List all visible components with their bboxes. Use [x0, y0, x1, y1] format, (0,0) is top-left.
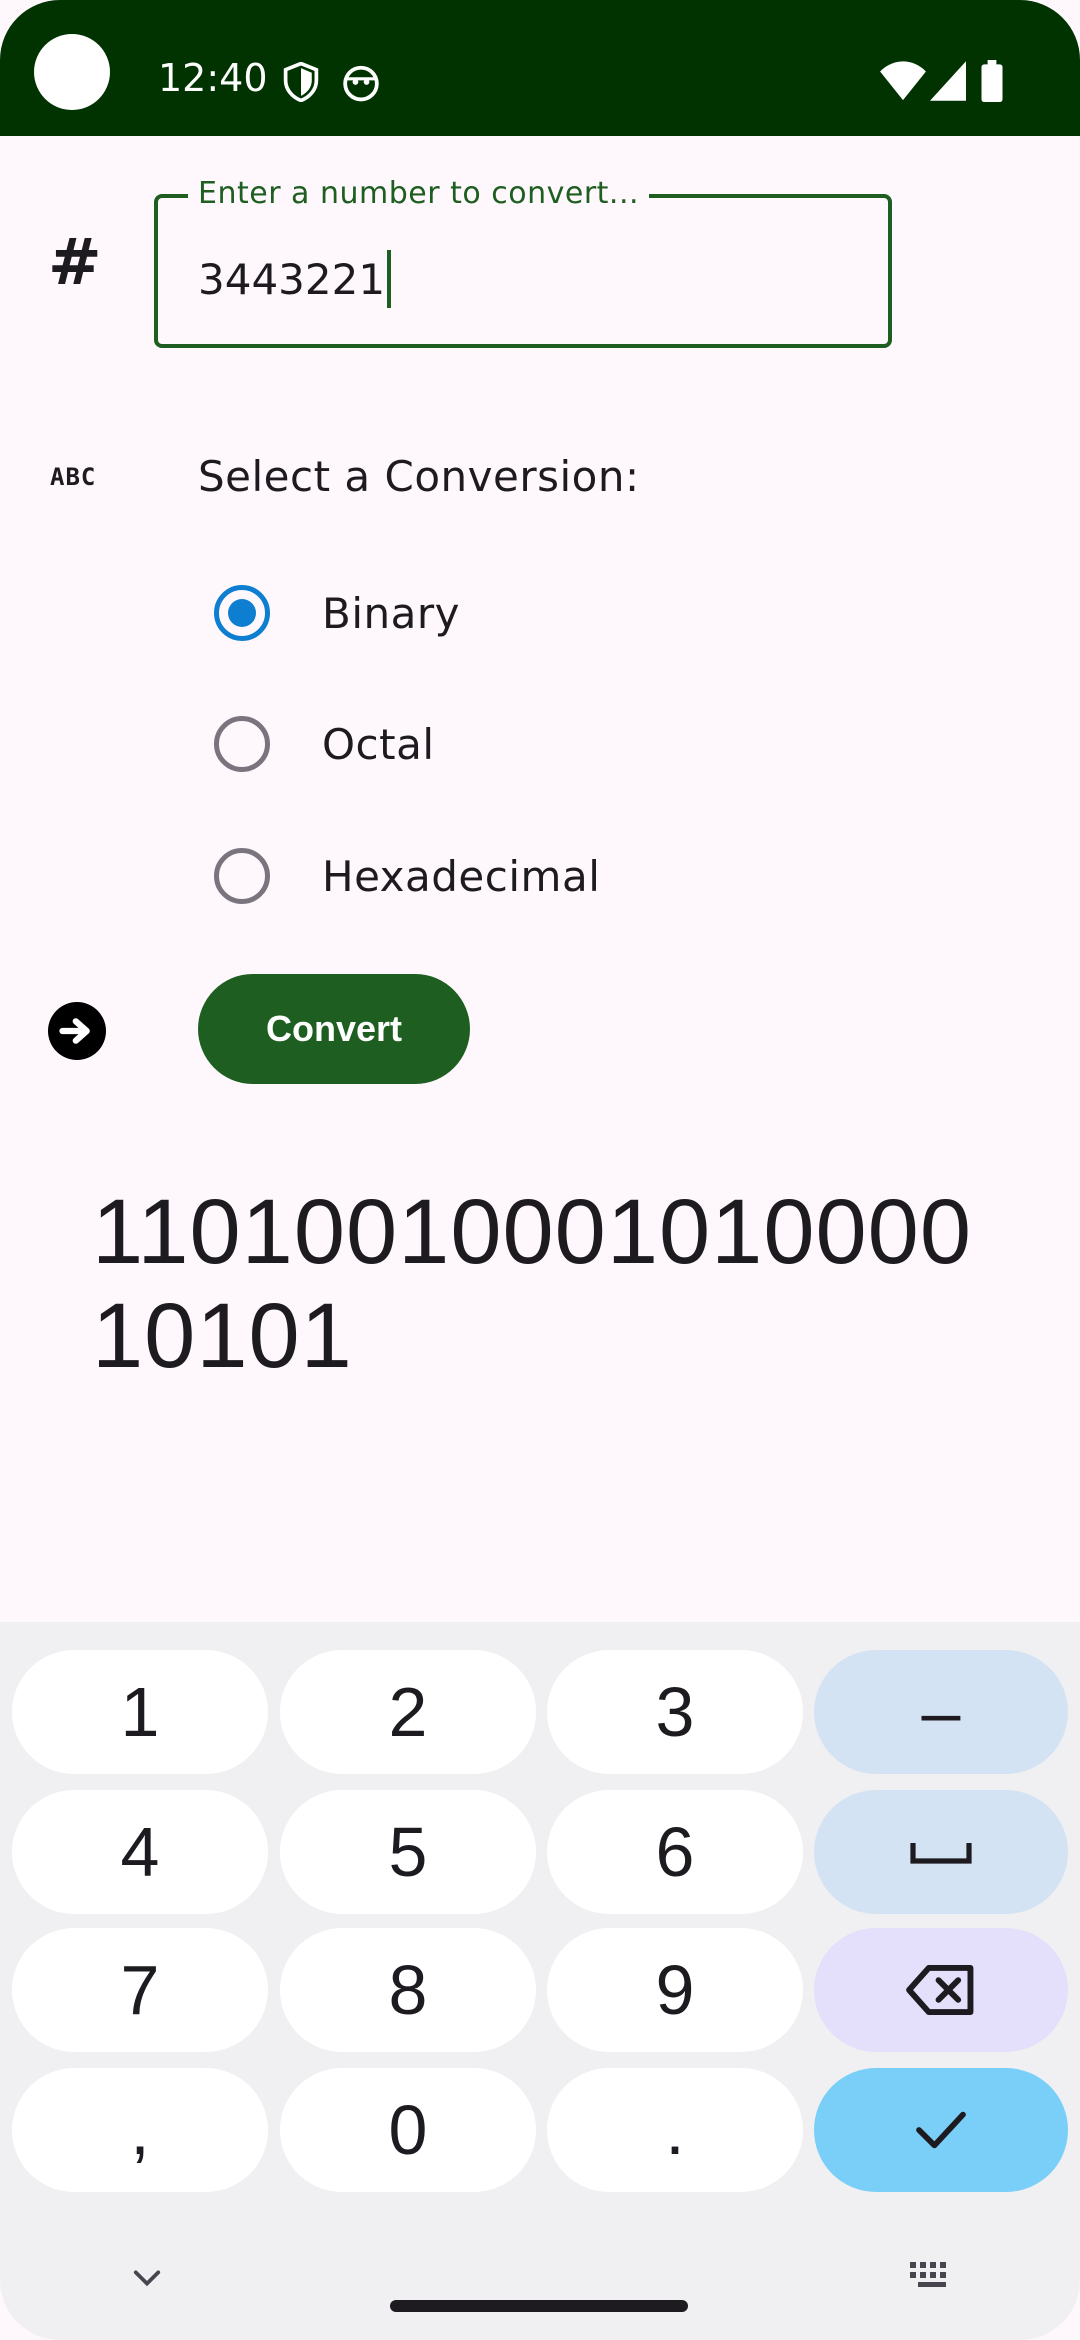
android-icon	[343, 65, 379, 102]
wifi-icon	[880, 61, 926, 101]
key-3[interactable]: 3	[547, 1650, 803, 1774]
number-input-value[interactable]: 3443221	[198, 255, 385, 304]
battery-icon	[981, 60, 1003, 102]
radio-label-binary[interactable]: Binary	[322, 589, 460, 638]
radio-button-binary[interactable]	[214, 585, 270, 641]
chevron-down-icon[interactable]	[132, 2268, 162, 2288]
number-input-value-wrap[interactable]: 3443221	[198, 250, 392, 308]
home-indicator[interactable]	[390, 2300, 688, 2312]
radio-button-octal[interactable]	[214, 716, 270, 772]
camera-cutout	[34, 34, 110, 110]
backspace-icon	[906, 1964, 974, 2016]
key-space[interactable]	[814, 1790, 1068, 1914]
radio-option-octal[interactable]: Octal	[214, 714, 435, 774]
key-0[interactable]: 0	[280, 2068, 536, 2192]
radio-label-octal[interactable]: Octal	[322, 720, 435, 769]
key-1[interactable]: 1	[12, 1650, 268, 1774]
conversion-result: 1101001000101000010101	[92, 1181, 972, 1387]
convert-button[interactable]: Convert	[198, 974, 470, 1084]
signal-icon	[930, 61, 966, 101]
conversion-label: Select a Conversion:	[198, 452, 640, 501]
number-input-label: Enter a number to convert...	[188, 176, 650, 211]
radio-button-hexadecimal[interactable]	[214, 848, 270, 904]
hash-icon: #	[48, 226, 102, 300]
radio-option-binary[interactable]: Binary	[214, 583, 460, 643]
key-minus[interactable]: –	[814, 1650, 1068, 1774]
radio-label-hexadecimal[interactable]: Hexadecimal	[322, 852, 600, 901]
arrow-right-circle-icon	[48, 1002, 106, 1060]
number-input-field[interactable]: Enter a number to convert... 3443221	[154, 176, 892, 348]
key-7[interactable]: 7	[12, 1928, 268, 2052]
radio-option-hexadecimal[interactable]: Hexadecimal	[214, 846, 600, 906]
key-4[interactable]: 4	[12, 1790, 268, 1914]
key-backspace[interactable]	[814, 1928, 1068, 2052]
space-bar-icon	[910, 1843, 972, 1864]
status-time: 12:40	[158, 56, 268, 100]
numeric-keyboard: 1 2 3 – 4 5 6 7 8 9 , 0 .	[0, 1622, 1080, 2340]
key-2[interactable]: 2	[280, 1650, 536, 1774]
key-comma[interactable]: ,	[12, 2068, 268, 2192]
keyboard-icon[interactable]	[910, 2262, 954, 2292]
text-caret	[387, 250, 392, 308]
key-6[interactable]: 6	[547, 1790, 803, 1914]
abc-icon: ABC	[50, 463, 97, 491]
key-9[interactable]: 9	[547, 1928, 803, 2052]
shield-icon	[283, 62, 319, 102]
key-done[interactable]	[814, 2068, 1068, 2192]
key-5[interactable]: 5	[280, 1790, 536, 1914]
status-bar: 12:40	[0, 0, 1080, 136]
checkmark-icon	[916, 2111, 966, 2149]
key-8[interactable]: 8	[280, 1928, 536, 2052]
key-period[interactable]: .	[547, 2068, 803, 2192]
